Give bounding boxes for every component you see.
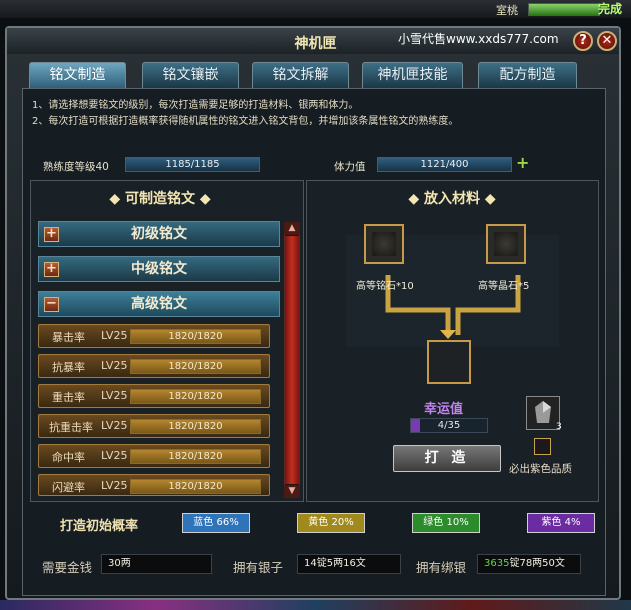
craft-button[interactable]: 打 造: [393, 445, 501, 472]
guarantee-purple-label: 必出紫色品质: [509, 463, 572, 475]
owned-silver-value: 14锭5两16文: [297, 554, 401, 574]
list-item[interactable]: 重击率 LV25 1820/1820: [38, 384, 270, 408]
inscription-stone-icon: [372, 232, 396, 256]
item-proficiency-bar: 1820/1820: [130, 449, 261, 464]
bound-silver-rest: 锭78两50文: [509, 558, 565, 569]
item-proficiency-bar: 1820/1820: [130, 419, 261, 434]
collapse-icon[interactable]: −: [44, 297, 59, 312]
instruction-line-2: 2、每次打造可根据打造概率获得随机属性的铭文进入铭文背包，并增加该条属性铭文的熟…: [32, 116, 459, 127]
hp-bar: [528, 3, 600, 16]
luck-label: 幸运值: [424, 402, 464, 417]
owned-bound-silver-label: 拥有绑银: [416, 560, 467, 575]
gem-icon: [535, 401, 551, 423]
item-proficiency-bar: 1820/1820: [130, 329, 261, 344]
quest-status: 完成: [598, 2, 623, 16]
expand-icon[interactable]: +: [44, 227, 59, 242]
item-level: LV25: [101, 419, 128, 432]
item-proficiency-bar: 1820/1820: [130, 389, 261, 404]
add-stamina-icon[interactable]: +: [516, 155, 529, 171]
scroll-down-icon[interactable]: ▼: [284, 485, 300, 498]
tab-inscription-make[interactable]: 铭文制造: [29, 62, 126, 88]
guarantee-purple-checkbox[interactable]: [534, 438, 551, 455]
material-slot-b[interactable]: [486, 224, 526, 264]
owned-bound-silver-value: 3635锭78两50文: [477, 554, 581, 574]
luck-value: 4/35: [437, 420, 461, 431]
purple-gem-slot[interactable]: [526, 396, 560, 430]
help-button[interactable]: ?: [573, 31, 593, 51]
item-proficiency-bar: 1820/1820: [130, 359, 261, 374]
required-money-value: 30两: [101, 554, 212, 574]
result-slot[interactable]: [427, 340, 471, 384]
crystal-stone-icon: [494, 232, 518, 256]
tab-recipe-make[interactable]: 配方制造: [478, 62, 577, 88]
player-name: 室桃: [496, 4, 518, 17]
list-item[interactable]: 抗重击率 LV25 1820/1820: [38, 414, 270, 438]
list-item[interactable]: 抗暴率 LV25 1820/1820: [38, 354, 270, 378]
list-item[interactable]: 命中率 LV25 1820/1820: [38, 444, 270, 468]
instruction-line-1: 1、请选择想要铭文的级别，每次打造需要足够的打造材料、银两和体力。: [32, 100, 359, 111]
craftable-title: ◆ 可制造铭文 ◆: [109, 191, 211, 207]
item-name: 重击率: [52, 391, 85, 404]
item-level: LV25: [101, 359, 128, 372]
category-advanced[interactable]: 高级铭文: [38, 291, 280, 317]
bound-silver-ingots: 3635: [484, 558, 510, 569]
item-name: 命中率: [52, 451, 85, 464]
luck-bar: 4/35: [410, 418, 488, 433]
material-slot-a[interactable]: [364, 224, 404, 264]
item-level: LV25: [101, 329, 128, 342]
skill-bar-strip: [0, 600, 631, 610]
skill-progress-bar: 1185/1185: [125, 157, 260, 172]
scrollbar-thumb[interactable]: [285, 236, 299, 484]
item-name: 抗重击率: [49, 421, 93, 434]
probability-yellow: 黄色 20%: [297, 513, 365, 533]
list-item[interactable]: 闪避率 LV25 1820/1820: [38, 474, 270, 496]
material-a-label: 高等铭石*10: [356, 281, 414, 292]
gem-count: 3: [556, 422, 562, 432]
item-level: LV25: [101, 389, 128, 402]
material-b-label: 高等晶石*5: [478, 281, 530, 292]
owned-silver-label: 拥有银子: [233, 560, 284, 575]
item-name: 闪避率: [52, 481, 85, 494]
item-name: 抗暴率: [52, 361, 85, 374]
seller-watermark: 小雪代售www.xxds777.com: [398, 32, 559, 46]
required-money-label: 需要金钱: [42, 560, 93, 575]
stamina-label: 体力值: [334, 161, 366, 173]
probability-green: 绿色 10%: [412, 513, 480, 533]
tab-inscription-inlay[interactable]: 铭文镶嵌: [142, 62, 239, 88]
expand-icon[interactable]: +: [44, 262, 59, 277]
skill-level-label: 熟练度等级40: [43, 161, 109, 173]
probability-purple: 紫色 4%: [527, 513, 595, 533]
initial-probability-label: 打造初始概率: [60, 519, 139, 534]
stamina-bar: 1121/400: [377, 157, 512, 172]
category-mid[interactable]: 中级铭文: [38, 256, 280, 282]
close-button[interactable]: ✕: [597, 31, 617, 51]
category-basic[interactable]: 初级铭文: [38, 221, 280, 247]
probability-blue: 蓝色 66%: [182, 513, 250, 533]
hp-bar-fill: [529, 4, 599, 15]
list-item[interactable]: 暴击率 LV25 1820/1820: [38, 324, 270, 348]
item-proficiency-bar: 1820/1820: [130, 479, 261, 494]
item-level: LV25: [101, 449, 128, 462]
item-name: 暴击率: [52, 331, 85, 344]
tab-inscription-dismantle[interactable]: 铭文拆解: [252, 62, 349, 88]
luck-bar-fill: [411, 419, 420, 432]
instructions: 1、请选择想要铭文的级别，每次打造需要足够的打造材料、银两和体力。 2、每次打造…: [32, 98, 592, 130]
item-level: LV25: [101, 479, 128, 492]
scroll-up-icon[interactable]: ▲: [284, 222, 300, 235]
tab-shenjixia-skill[interactable]: 神机匣技能: [362, 62, 463, 88]
